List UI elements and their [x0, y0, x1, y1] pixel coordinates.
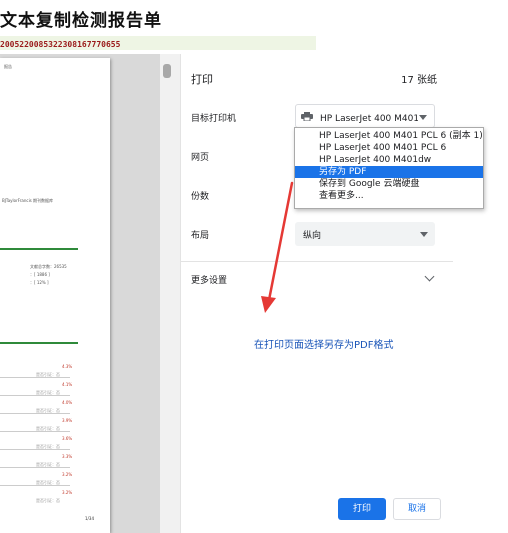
panel-divider: [181, 261, 453, 262]
layout-select[interactable]: 纵向: [295, 222, 435, 246]
preview-row-line: [0, 395, 70, 396]
print-dialog-title: 打印: [191, 73, 213, 86]
preview-row-line: [0, 467, 70, 468]
more-settings-toggle[interactable]: 更多设置: [191, 273, 227, 286]
preview-percent: 3.9%: [62, 418, 73, 423]
preview-scrollbar-thumb[interactable]: [163, 64, 171, 78]
preview-row-line: [0, 449, 70, 450]
preview-percent: 4.3%: [62, 364, 73, 369]
sheet-count: 17 张纸: [401, 75, 437, 86]
destination-value: HP LaserJet 400 M401 PCL 6 (副本 1): [320, 114, 418, 124]
preview-percent: 3.2%: [62, 472, 73, 477]
preview-page-header: 报告: [4, 64, 12, 69]
layout-label: 布局: [191, 231, 210, 241]
preview-percent: 3.2%: [62, 490, 73, 495]
preview-rule: [0, 248, 78, 250]
preview-percent: 4.0%: [62, 400, 73, 405]
preview-scrollbar[interactable]: [160, 54, 180, 533]
preview-percent: 4.1%: [62, 382, 73, 387]
preview-percent: 3.3%: [62, 454, 73, 459]
dropdown-option[interactable]: 查看更多...: [295, 190, 483, 202]
preview-page: 报告 BJTaylorFrancis 期刊数据库 文献总字数：26535 ：[ …: [0, 58, 110, 533]
cancel-button[interactable]: 取消: [393, 498, 441, 520]
layout-value: 纵向: [303, 231, 322, 241]
chevron-down-icon: [419, 115, 427, 120]
dropdown-option[interactable]: HP LaserJet 400 M401dw: [295, 154, 483, 166]
preview-rule: [0, 342, 78, 344]
preview-row-line: [0, 485, 70, 486]
chevron-down-icon[interactable]: [424, 271, 435, 282]
dropdown-option-save-as-pdf[interactable]: 另存为 PDF: [295, 166, 483, 178]
preview-stat: ：[ 1886 ]: [30, 272, 50, 277]
print-settings-panel: 打印 17 张纸 目标打印机 HP LaserJet 400 M401 PCL …: [180, 54, 453, 533]
preview-row-line: [0, 377, 70, 378]
chevron-down-icon: [420, 232, 428, 237]
print-button[interactable]: 打印: [338, 498, 386, 520]
copies-label: 份数: [191, 192, 210, 202]
preview-stat: ：[ 12% ]: [30, 280, 49, 285]
dropdown-option[interactable]: 保存到 Google 云端硬盘: [295, 178, 483, 190]
instruction-annotation: 在打印页面选择另存为PDF格式: [254, 340, 394, 351]
printer-icon: [301, 112, 313, 121]
preview-row-line: [0, 413, 70, 414]
destination-label: 目标打印机: [191, 114, 237, 124]
destination-select[interactable]: HP LaserJet 400 M401 PCL 6 (副本 1): [295, 104, 435, 128]
document-title: 文本复制检测报告单: [0, 11, 162, 31]
preview-row-line: [0, 431, 70, 432]
preview-stat: 文献总字数：26535: [30, 264, 67, 269]
preview-page-number: 1/34: [85, 516, 94, 521]
preview-source-text: BJTaylorFrancis 期刊数据库: [2, 198, 54, 203]
pages-label: 网页: [191, 153, 210, 163]
document-id: 2005220085322308167770655: [0, 40, 121, 49]
preview-citation: 是否引证：否: [36, 498, 60, 503]
dropdown-option[interactable]: HP LaserJet 400 M401 PCL 6 (副本 1): [295, 130, 483, 142]
preview-percent: 3.6%: [62, 436, 73, 441]
destination-dropdown-menu[interactable]: HP LaserJet 400 M401 PCL 6 (副本 1) HP Las…: [294, 127, 484, 209]
dropdown-option[interactable]: HP LaserJet 400 M401 PCL 6: [295, 142, 483, 154]
